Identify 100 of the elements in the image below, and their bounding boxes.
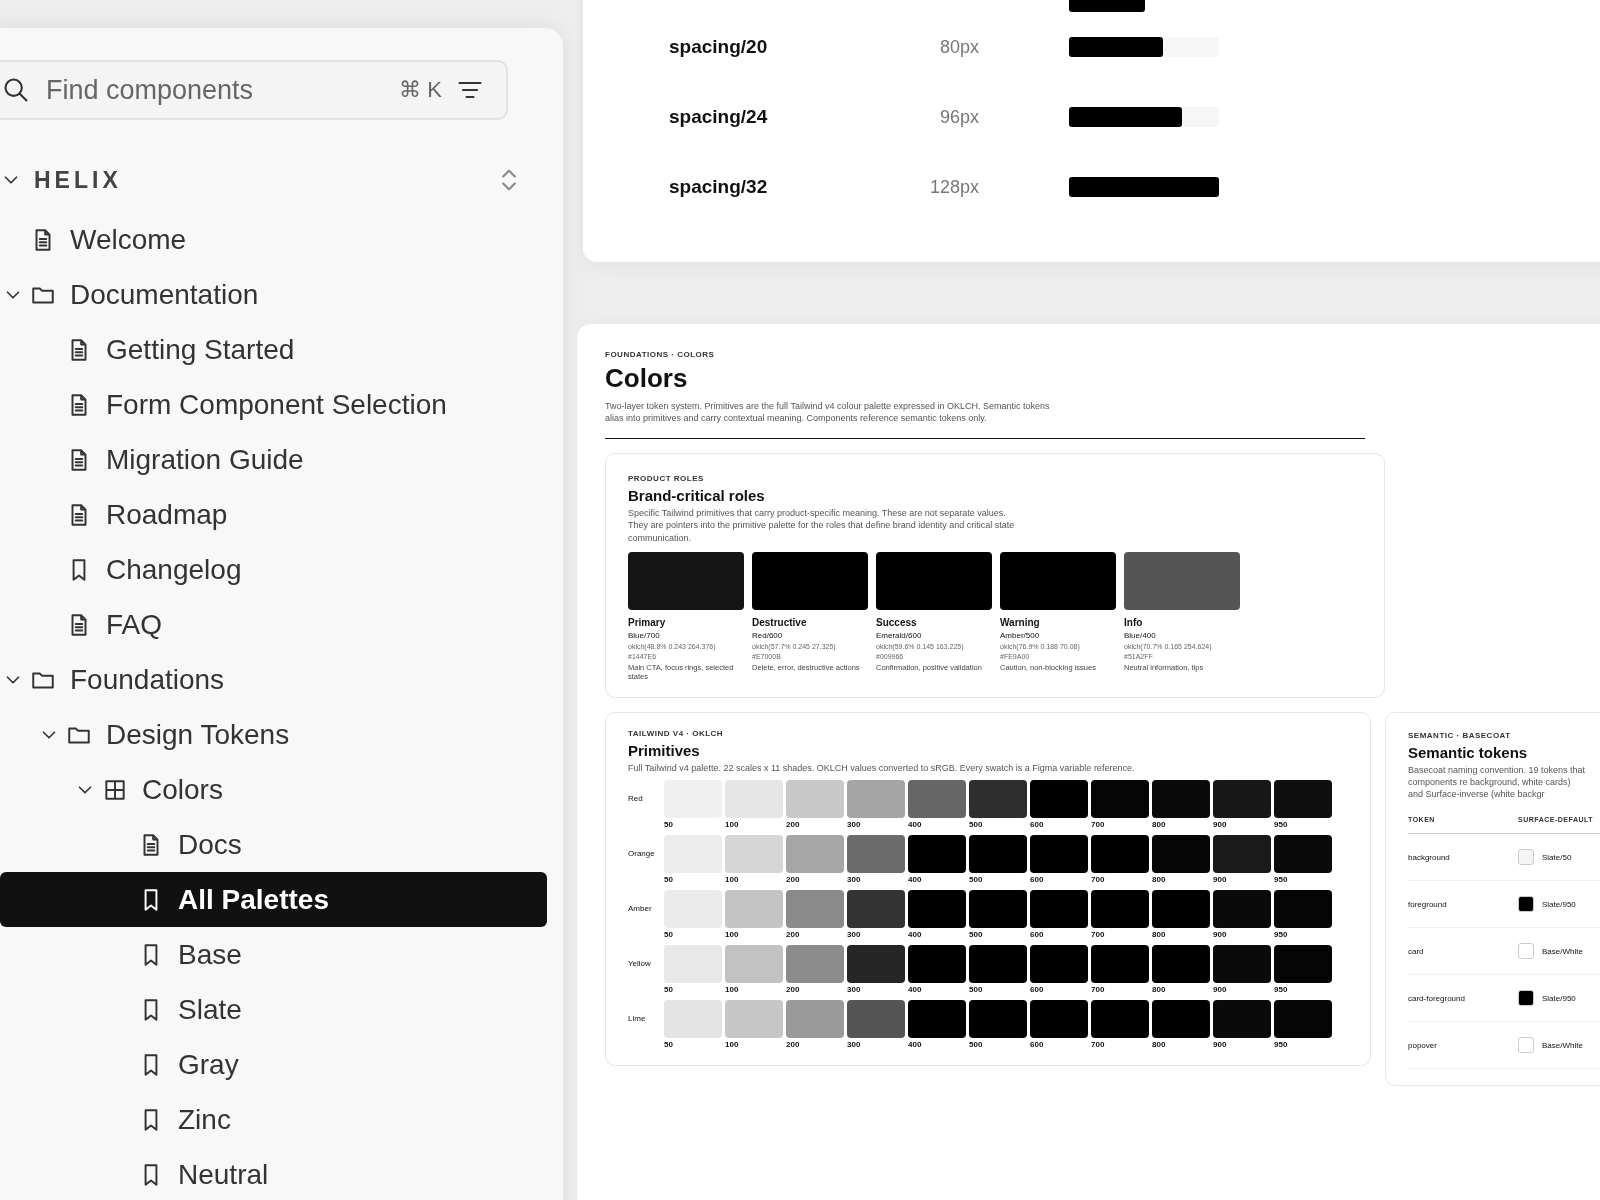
shade-label: 400: [908, 1039, 923, 1049]
tree-item[interactable]: Getting Started: [0, 322, 547, 377]
shade-label: 200: [786, 819, 801, 829]
shade-label: 950: [1274, 819, 1289, 829]
tree-item[interactable]: Gray: [0, 1037, 547, 1092]
description: Specific Tailwind primitives that carry product-specific meaning. These are not separate values. They are pointers into the primitive palette for the roles that define brand identity and critical state communication.: [628, 507, 1016, 544]
tree-item[interactable]: Changelog: [0, 542, 547, 597]
token-name: spacing/20: [669, 36, 769, 58]
shade-label: 800: [1152, 1039, 1167, 1049]
shade-label: 100: [725, 1039, 740, 1049]
shade-label: 200: [786, 984, 801, 994]
token-value: Slate/950: [1542, 899, 1576, 909]
shade-label: 200: [786, 929, 801, 939]
token-name: spacing/24: [669, 106, 769, 128]
section-title: Semantic tokens: [1408, 743, 1529, 761]
shade-label: 400: [908, 819, 923, 829]
tree-item[interactable]: FAQ: [0, 597, 547, 652]
shade-label: 50: [664, 929, 674, 939]
role-name: Info: [1124, 616, 1144, 628]
token-name: Blue/700: [628, 630, 661, 640]
tree-item[interactable]: Base: [0, 927, 547, 982]
section-title: HELIX: [34, 166, 123, 194]
shade-label: 500: [969, 1039, 984, 1049]
shade-label: 900: [1213, 929, 1228, 939]
shade-label: 200: [786, 1039, 801, 1049]
tree-item[interactable]: Migration Guide: [0, 432, 547, 487]
shade-label: 800: [1152, 984, 1167, 994]
token-name: popover: [1408, 1040, 1438, 1050]
shade-label: 50: [664, 1039, 674, 1049]
page-title: Colors: [605, 363, 689, 394]
scale-name: Amber: [628, 902, 653, 913]
shade-label: 50: [664, 874, 674, 884]
tree-item[interactable]: Slate: [0, 982, 547, 1037]
shade-label: 900: [1213, 984, 1228, 994]
tree-item[interactable]: Roadmap: [0, 487, 547, 542]
shade-label: 950: [1274, 929, 1289, 939]
shade-label: 800: [1152, 819, 1167, 829]
token-name: Red/600: [752, 630, 784, 640]
section-title: Brand-critical roles: [628, 487, 766, 505]
eyebrow-label: PRODUCT ROLES: [628, 474, 705, 484]
search-input[interactable]: Find components: [44, 73, 386, 107]
shade-label: 300: [847, 1039, 862, 1049]
scale-name: Orange: [628, 847, 656, 858]
shade-label: 300: [847, 874, 862, 884]
shade-label: 100: [725, 984, 740, 994]
shade-label: 700: [1091, 874, 1106, 884]
role-name: Primary: [628, 616, 667, 628]
shade-label: 700: [1091, 929, 1106, 939]
shade-label: 600: [1030, 874, 1045, 884]
tree-item[interactable]: Documentation: [0, 267, 547, 322]
role-name: Destructive: [752, 616, 808, 628]
shade-label: 900: [1213, 874, 1228, 884]
role-name: Warning: [1000, 616, 1041, 628]
token-value: 128px: [928, 176, 979, 198]
token-name: spacing/32: [669, 176, 769, 198]
tree-item[interactable]: All Palettes: [0, 872, 547, 927]
shade-label: 200: [786, 874, 801, 884]
tree-item[interactable]: Design Tokens: [0, 707, 547, 762]
tree-item[interactable]: Welcome: [0, 212, 547, 267]
tree-item[interactable]: Neutral: [0, 1147, 547, 1200]
shade-label: 500: [969, 929, 984, 939]
shade-label: 800: [1152, 929, 1167, 939]
shade-label: 700: [1091, 819, 1106, 829]
shade-label: 400: [908, 874, 923, 884]
shade-label: 500: [969, 984, 984, 994]
shade-label: 900: [1213, 819, 1228, 829]
token-value: Base/White: [1542, 946, 1583, 956]
scale-name: Yellow: [628, 957, 652, 968]
shade-label: 50: [664, 984, 674, 994]
shade-label: 600: [1030, 984, 1045, 994]
shade-label: 950: [1274, 874, 1289, 884]
shade-label: 900: [1213, 1039, 1228, 1049]
shade-label: 400: [908, 929, 923, 939]
eyebrow-label: TAILWIND V4 · OKLCH: [628, 728, 725, 738]
token-value: Slate/950: [1542, 993, 1576, 1003]
tree-item[interactable]: Form Component Selection: [0, 377, 547, 432]
token-value: 80px: [938, 36, 979, 58]
token-name: card-foreground: [1408, 993, 1466, 1003]
token-name: Emerald/600: [876, 630, 923, 640]
shade-label: 50: [664, 819, 674, 829]
scale-name: Red: [628, 792, 644, 803]
search-field[interactable]: Find components ⌘ K: [0, 60, 508, 120]
tree-item[interactable]: Foundations: [0, 652, 547, 707]
tree-item[interactable]: Zinc: [0, 1092, 547, 1147]
role-name: Success: [876, 616, 918, 628]
eyebrow-label: SEMANTIC · BASECOAT: [1408, 730, 1512, 740]
scale-name: Lime: [628, 1012, 647, 1023]
token-name: Blue/400: [1124, 630, 1157, 640]
shade-label: 400: [908, 984, 923, 994]
shortcut-hint: ⌘ K: [399, 77, 442, 103]
tree-item[interactable]: Colors: [0, 762, 547, 817]
shade-label: 950: [1274, 1039, 1289, 1049]
shade-label: 100: [725, 874, 740, 884]
tree-item[interactable]: Docs: [0, 817, 547, 872]
section-title: Primitives: [628, 741, 701, 759]
token-name: background: [1408, 852, 1451, 862]
shade-label: 300: [847, 929, 862, 939]
shade-label: 950: [1274, 984, 1289, 994]
shade-label: 700: [1091, 984, 1106, 994]
description: Basecoat naming convention. 19 tokens that components re background, white cards) and Surface-inverse (white backgr: [1408, 763, 1587, 801]
